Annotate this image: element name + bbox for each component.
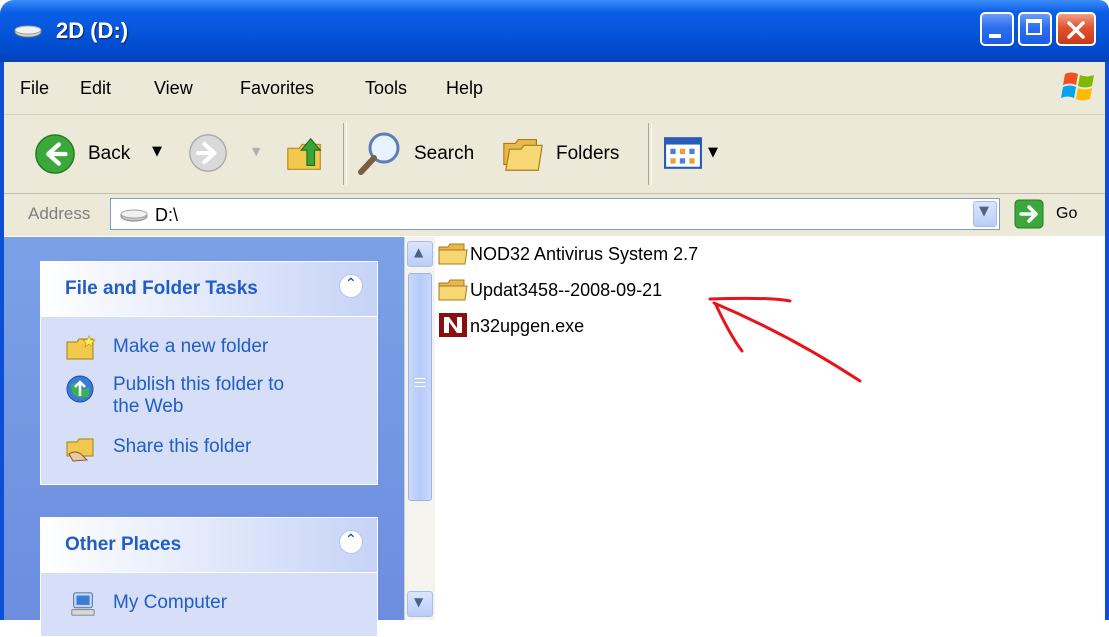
address-label: Address [28, 204, 91, 223]
panel-header[interactable]: File and Folder Tasks ⌃ [41, 262, 377, 317]
back-button[interactable]: Back ▼ [30, 131, 170, 177]
views-icon [664, 137, 702, 169]
folder-icon [438, 279, 468, 301]
menu-help[interactable]: Help [446, 78, 483, 99]
folders-label: Folders [556, 143, 620, 164]
address-bar: Address D:\ ▼ Go [0, 194, 1109, 236]
forward-button[interactable]: ▼ [188, 133, 268, 177]
annotation-arrow-icon [708, 296, 862, 383]
task-label: Make a new folder [113, 336, 269, 357]
collapse-button[interactable]: ⌃ [339, 274, 363, 298]
panel-title: File and Folder Tasks [65, 278, 258, 299]
search-label: Search [414, 143, 475, 164]
menu-view[interactable]: View [154, 78, 193, 99]
menu-bar: File Edit View Favorites Tools Help [0, 62, 1109, 115]
menu-favorites[interactable]: Favorites [240, 78, 314, 99]
drive-icon [120, 209, 148, 222]
forward-arrow-icon [189, 134, 227, 172]
scroll-down-button[interactable]: ▼ [407, 591, 433, 617]
file-folder-tasks-panel: File and Folder Tasks ⌃ Make a new folde… [40, 261, 378, 485]
go-arrow-icon [1014, 199, 1044, 229]
address-value: D:\ [155, 205, 179, 225]
go-button[interactable]: Go [1010, 198, 1100, 230]
menu-file[interactable]: File [20, 78, 49, 99]
window-frame [1105, 62, 1109, 620]
back-dropdown-icon[interactable]: ▼ [152, 144, 162, 159]
chevron-up-icon: ⌃ [345, 532, 357, 548]
share-folder-icon [66, 438, 94, 462]
task-label-line2: the Web [113, 396, 184, 417]
up-folder-icon[interactable] [284, 133, 326, 175]
views-dropdown-icon[interactable]: ▼ [708, 145, 718, 160]
toolbar-separator [648, 123, 652, 185]
address-input[interactable]: D:\ ▼ [110, 198, 1000, 230]
menu-edit[interactable]: Edit [80, 78, 111, 99]
task-label-line1: Publish this folder to [113, 374, 285, 395]
scroll-up-button[interactable]: ▲ [407, 241, 433, 267]
standard-toolbar: Back ▼ ▼ Search Folders ▼ [0, 115, 1109, 194]
close-icon [1067, 21, 1085, 39]
folders-button[interactable]: Folders [500, 133, 632, 177]
search-button[interactable]: Search [354, 129, 484, 179]
chevron-down-icon: ▼ [414, 595, 424, 609]
chevron-up-icon: ▲ [414, 245, 424, 259]
my-computer-icon [71, 592, 95, 616]
maximize-button[interactable] [1018, 12, 1052, 46]
vertical-scrollbar[interactable]: ▲ ▼ [404, 237, 435, 620]
panel-title: Other Places [65, 534, 182, 555]
folders-icon [503, 139, 543, 171]
file-name: Updat3458--2008-09-21 [470, 280, 663, 300]
publish-web-icon [66, 375, 94, 403]
chevron-down-icon: ▼ [979, 204, 989, 219]
forward-dropdown-icon[interactable]: ▼ [252, 145, 260, 158]
window-title: 2D (D:) [56, 18, 129, 43]
nod32-exe-icon [439, 313, 467, 337]
file-name: n32upgen.exe [470, 316, 585, 336]
task-publish-to-web[interactable]: Publish this folder to the Web [65, 374, 365, 420]
toolbar-separator [343, 123, 347, 185]
folder-icon [438, 243, 468, 265]
scroll-thumb[interactable] [408, 273, 432, 501]
views-button[interactable]: ▼ [664, 137, 728, 173]
minimize-button[interactable] [980, 12, 1014, 46]
back-arrow-icon [35, 134, 75, 174]
other-places-panel: Other Places ⌃ My Computer [40, 517, 378, 637]
panel-header[interactable]: Other Places ⌃ [41, 518, 377, 573]
chevron-up-icon: ⌃ [345, 276, 357, 292]
close-button[interactable] [1056, 12, 1096, 46]
collapse-button[interactable]: ⌃ [339, 530, 363, 554]
window-frame [0, 62, 4, 620]
address-dropdown-button[interactable]: ▼ [973, 201, 997, 227]
windows-logo-icon [1061, 72, 1094, 101]
go-label: Go [1056, 205, 1078, 222]
drive-icon [14, 25, 42, 38]
new-folder-icon [66, 335, 96, 360]
search-icon [358, 132, 400, 175]
file-name: NOD32 Antivirus System 2.7 [470, 244, 699, 264]
back-label: Back [88, 143, 131, 164]
place-label: My Computer [113, 592, 228, 613]
task-pane: File and Folder Tasks ⌃ Make a new folde… [0, 237, 404, 637]
menu-tools[interactable]: Tools [365, 78, 407, 99]
title-bar[interactable]: 2D (D:) [0, 0, 1109, 62]
task-label: Share this folder [113, 436, 252, 457]
